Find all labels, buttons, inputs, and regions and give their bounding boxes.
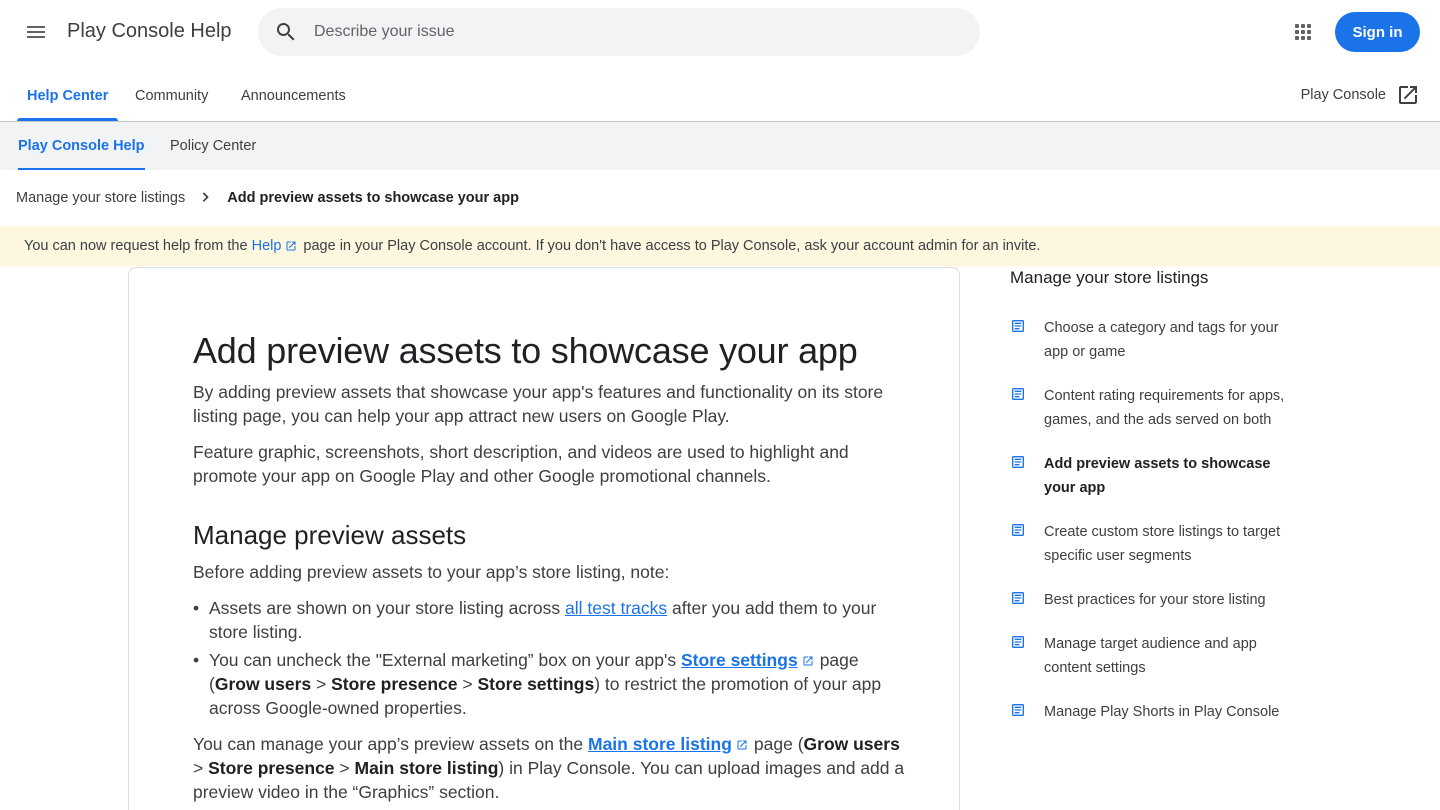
search-icon[interactable] — [274, 20, 298, 44]
section-title: Manage preview assets — [193, 520, 467, 550]
external-link-icon — [286, 241, 296, 251]
path-store-presence: Store presence — [208, 758, 335, 778]
sidebar-item-label: Add preview assets to showcase your app — [1044, 456, 1271, 496]
sidebar-item-target-audience[interactable]: Manage target audience and app content s… — [1010, 632, 1300, 680]
sidebar-item-play-shorts[interactable]: Manage Play Shorts in Play Console — [1010, 700, 1300, 724]
sidebar-item-content-rating[interactable]: Content rating requirements for apps, ga… — [1010, 384, 1300, 432]
all-test-tracks-link[interactable]: all test tracks — [565, 598, 667, 618]
bullet1-text-before: Assets are shown on your store listing a… — [209, 598, 561, 618]
secondary-nav: Play Console Help Policy Center — [0, 122, 1440, 170]
sidebar-item-label: Best practices for your store listing — [1044, 592, 1266, 608]
sign-in-button[interactable]: Sign in — [1335, 12, 1420, 52]
article-intro-1: By adding preview assets that showcase y… — [193, 382, 884, 426]
article-icon — [1012, 524, 1024, 536]
article-icon — [1012, 320, 1024, 332]
sidebar-title: Manage your store listings — [1010, 268, 1209, 287]
para3-text-before: You can manage your app’s preview assets… — [193, 734, 584, 754]
article-icon — [1012, 388, 1024, 400]
sidebar-item-label: Manage target audience and app content s… — [1044, 636, 1257, 676]
path-separator: > — [311, 674, 332, 694]
list-item: Assets are shown on your store listing a… — [193, 596, 913, 644]
sidebar-item-label: Create custom store listings to target s… — [1044, 524, 1281, 564]
subtab-play-console-help[interactable]: Play Console Help — [18, 122, 145, 170]
app-title[interactable]: Play Console Help — [67, 20, 232, 43]
article-icon — [1012, 636, 1024, 648]
path-separator: > — [334, 758, 355, 778]
sidebar-item-custom-store-listings[interactable]: Create custom store listings to target s… — [1010, 520, 1300, 568]
article-icon — [1012, 704, 1024, 716]
sidebar-item-choose-category[interactable]: Choose a category and tags for your app … — [1010, 316, 1300, 364]
main-menu-button[interactable] — [16, 12, 56, 52]
path-grow-users: Grow users — [803, 734, 900, 754]
info-banner: You can now request help from the Help pa… — [0, 226, 1440, 266]
tab-announcements[interactable]: Announcements — [241, 70, 346, 121]
notes-list: Assets are shown on your store listing a… — [193, 596, 913, 724]
breadcrumb-current: Add preview assets to showcase your app — [227, 190, 519, 206]
article-icon — [1012, 456, 1024, 468]
play-console-link[interactable]: Play Console — [1301, 82, 1420, 108]
apps-grid-icon — [1295, 24, 1311, 40]
tab-community[interactable]: Community — [135, 70, 208, 121]
article-para-3: You can manage your app’s preview assets… — [193, 732, 913, 804]
path-store-settings: Store settings — [477, 674, 595, 694]
article-intro-2: Feature graphic, screenshots, short desc… — [193, 442, 849, 486]
banner-prefix: You can now request help from the — [24, 238, 248, 254]
search-input[interactable] — [314, 8, 954, 56]
primary-tabs: Help Center Community Announcements Play… — [0, 70, 1440, 122]
breadcrumb: Manage your store listings Add preview a… — [16, 186, 519, 210]
article-title: Add preview assets to showcase your app — [193, 330, 858, 371]
article-icon — [1012, 592, 1024, 604]
path-grow-users: Grow users — [214, 674, 312, 694]
sidebar-item-label: Choose a category and tags for your app … — [1044, 320, 1279, 360]
external-link-icon — [737, 740, 747, 750]
sidebar-item-label: Manage Play Shorts in Play Console — [1044, 704, 1280, 720]
main-store-listing-link[interactable]: Main store listing — [588, 734, 732, 754]
store-settings-link[interactable]: Store settings — [681, 650, 798, 670]
google-apps-button[interactable] — [1283, 12, 1323, 52]
sidebar-list: Choose a category and tags for your app … — [1010, 316, 1300, 744]
subtab-policy-center[interactable]: Policy Center — [170, 122, 256, 170]
path-store-presence: Store presence — [331, 674, 458, 694]
article-card: Add preview assets to showcase your app … — [128, 267, 960, 810]
list-item: You can uncheck the "External marketing”… — [193, 648, 913, 720]
tab-help-center[interactable]: Help Center — [16, 70, 119, 121]
external-link-icon — [803, 656, 813, 666]
sidebar-item-label: Content rating requirements for apps, ga… — [1044, 388, 1285, 428]
open-in-new-icon — [1399, 86, 1417, 104]
para3-page-open: page ( — [753, 734, 804, 754]
banner-help-link[interactable]: Help — [252, 238, 282, 254]
path-separator: > — [457, 674, 478, 694]
top-bar: Play Console Help Sign in — [0, 0, 1440, 64]
search-bar[interactable] — [258, 8, 980, 56]
play-console-link-label: Play Console — [1300, 87, 1386, 103]
path-separator: > — [193, 758, 209, 778]
section-intro: Before adding preview assets to your app… — [193, 562, 670, 582]
banner-suffix: page in your Play Console account. If yo… — [303, 238, 1041, 254]
sidebar-item-best-practices[interactable]: Best practices for your store listing — [1010, 588, 1300, 612]
breadcrumb-parent-link[interactable]: Manage your store listings — [16, 190, 185, 206]
chevron-right-icon — [195, 188, 215, 208]
bullet2-text-before: You can uncheck the "External marketing”… — [209, 650, 677, 670]
sidebar-item-add-preview-assets[interactable]: Add preview assets to showcase your app — [1010, 452, 1300, 500]
hamburger-menu-icon — [27, 26, 45, 38]
path-main-store-listing: Main store listing — [354, 758, 499, 778]
